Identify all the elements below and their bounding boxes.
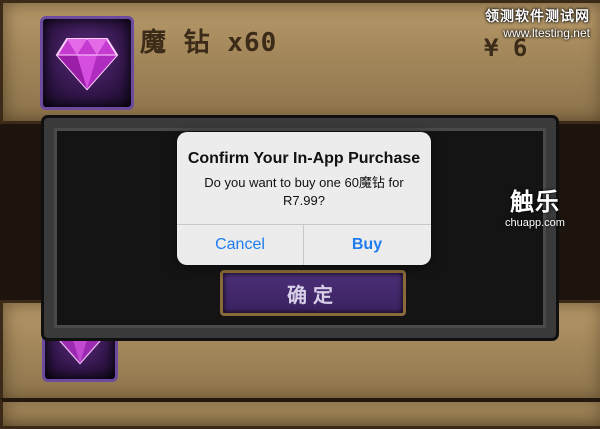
chuapp-watermark: 触乐 chuapp.com bbox=[505, 182, 565, 229]
item-name: 魔 钻 x60 bbox=[140, 28, 278, 58]
confirm-button[interactable]: 确定 bbox=[220, 270, 406, 316]
cancel-button[interactable]: Cancel bbox=[177, 225, 303, 265]
alert-message: Do you want to buy one 60魔钻 for R7.99? bbox=[204, 175, 404, 208]
chuapp-url: chuapp.com bbox=[505, 217, 565, 229]
chuapp-logo: 触乐 bbox=[509, 189, 560, 216]
watermark: 领测软件测试网 www.ltesting.net bbox=[485, 6, 590, 40]
buy-button[interactable]: Buy bbox=[304, 225, 430, 265]
item-row-parchment-3 bbox=[0, 398, 600, 429]
item-icon-slot bbox=[40, 16, 134, 110]
watermark-line1: 领测软件测试网 bbox=[485, 8, 590, 24]
purchase-alert: Confirm Your In-App Purchase Do you want… bbox=[177, 132, 431, 265]
alert-title: Confirm Your In-App Purchase bbox=[187, 150, 421, 167]
diamond-gem-icon bbox=[55, 38, 119, 91]
watermark-line2: www.ltesting.net bbox=[503, 26, 590, 40]
